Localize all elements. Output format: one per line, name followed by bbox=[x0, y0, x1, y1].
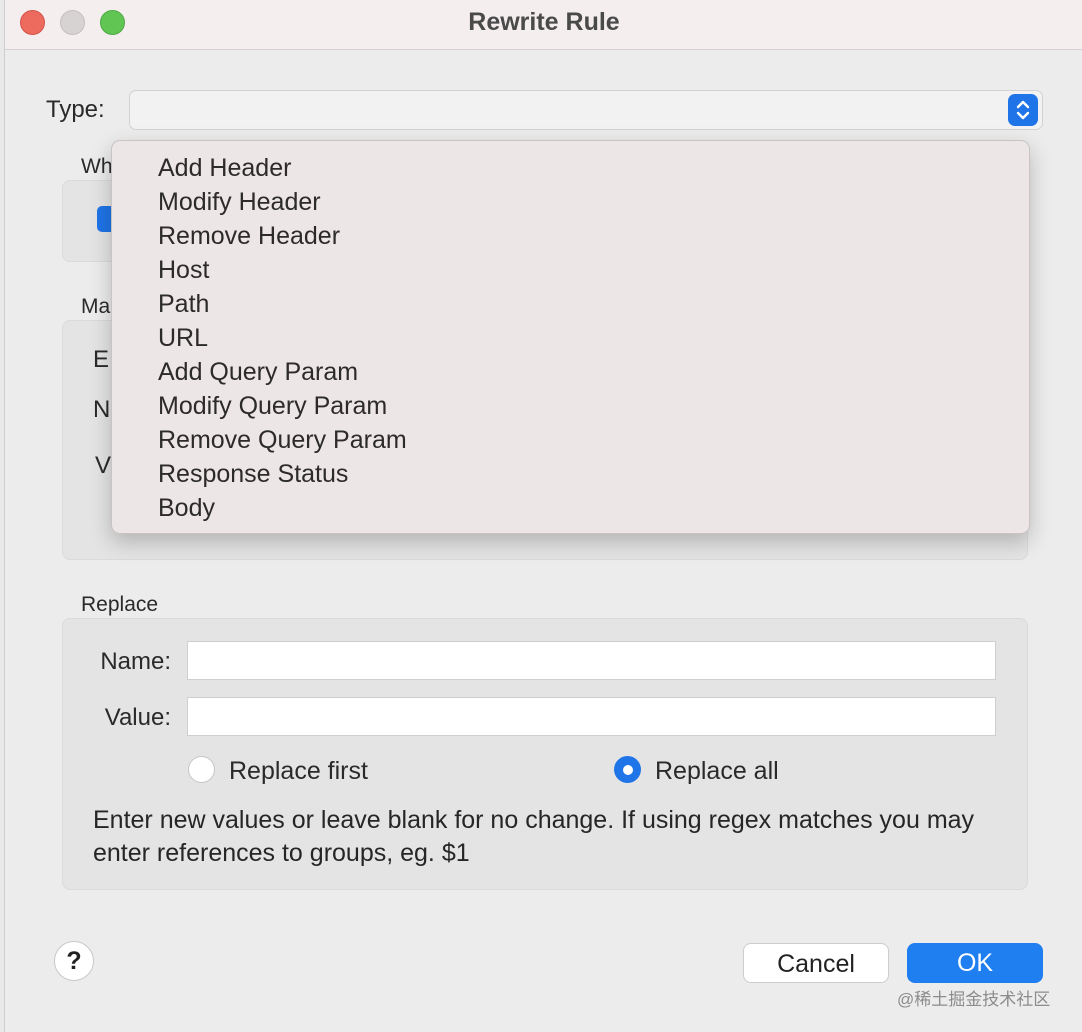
name-field[interactable] bbox=[187, 641, 996, 680]
type-label: Type: bbox=[46, 96, 105, 123]
menu-item-host[interactable]: Host bbox=[112, 253, 1029, 287]
match-row-label: N bbox=[93, 396, 111, 423]
menu-item-add-header[interactable]: Add Header bbox=[112, 151, 1029, 185]
watermark: @稀土掘金技术社区 bbox=[897, 990, 1051, 1009]
menu-item-path[interactable]: Path bbox=[112, 287, 1029, 321]
replace-all-label[interactable]: Replace all bbox=[655, 757, 779, 786]
value-field[interactable] bbox=[187, 697, 996, 736]
menu-item-remove-query-param[interactable]: Remove Query Param bbox=[112, 423, 1029, 457]
rewrite-rule-dialog: Rewrite Rule Type: Wh Ma E N V Add Heade… bbox=[4, 0, 1082, 1032]
menu-item-url[interactable]: URL bbox=[112, 321, 1029, 355]
type-dropdown-menu: Add Header Modify Header Remove Header H… bbox=[111, 140, 1030, 534]
match-row-label: V bbox=[95, 452, 112, 479]
replace-all-radio[interactable] bbox=[614, 756, 641, 783]
menu-item-modify-query-param[interactable]: Modify Query Param bbox=[112, 389, 1029, 423]
replace-first-radio[interactable] bbox=[188, 756, 215, 783]
replace-group-label: Replace bbox=[81, 593, 159, 616]
ok-button[interactable]: OK bbox=[907, 943, 1043, 983]
value-label: Value: bbox=[104, 704, 171, 731]
type-select[interactable] bbox=[129, 90, 1043, 130]
menu-item-remove-header[interactable]: Remove Header bbox=[112, 219, 1029, 253]
menu-item-modify-header[interactable]: Modify Header bbox=[112, 185, 1029, 219]
title-bar: Rewrite Rule bbox=[5, 0, 1082, 50]
menu-item-body[interactable]: Body bbox=[112, 491, 1029, 525]
menu-item-response-status[interactable]: Response Status bbox=[112, 457, 1029, 491]
window-title: Rewrite Rule bbox=[468, 8, 620, 36]
help-button[interactable]: ? bbox=[54, 941, 94, 981]
cancel-button[interactable]: Cancel bbox=[743, 943, 889, 983]
name-label: Name: bbox=[100, 648, 171, 675]
replace-hint-text: Enter new values or leave blank for no c… bbox=[93, 806, 975, 867]
where-group-label: Wh bbox=[81, 155, 113, 178]
replace-first-label[interactable]: Replace first bbox=[229, 757, 368, 786]
match-row-label: E bbox=[93, 346, 110, 373]
menu-item-add-query-param[interactable]: Add Query Param bbox=[112, 355, 1029, 389]
chevron-updown-icon[interactable] bbox=[1008, 94, 1038, 126]
match-group-label: Ma bbox=[81, 295, 111, 318]
